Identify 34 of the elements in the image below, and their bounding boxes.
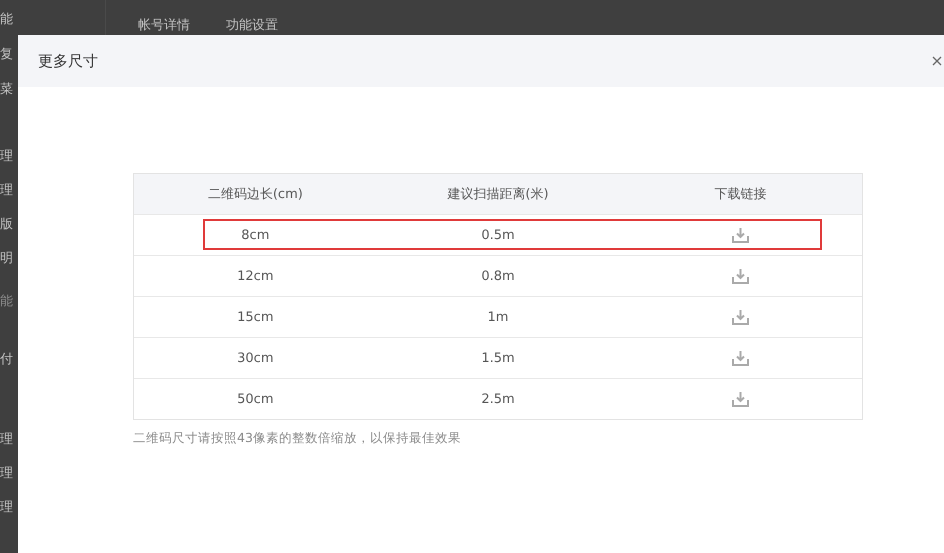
table-cell: 0.5m: [481, 228, 515, 242]
sidebar-item[interactable]: 能: [0, 11, 13, 29]
sidebar-item[interactable]: 付: [0, 351, 13, 369]
download-icon[interactable]: [732, 268, 750, 284]
sidebar-item[interactable]: 版: [0, 216, 13, 234]
column-header: 建议扫描距离(米): [447, 186, 549, 203]
download-icon[interactable]: [732, 227, 750, 243]
download-icon[interactable]: [732, 309, 750, 325]
sidebar-item[interactable]: 明: [0, 250, 13, 268]
table-cell: 2.5m: [481, 392, 515, 406]
close-icon[interactable]: [932, 56, 942, 66]
sidebar-item[interactable]: 理: [0, 499, 13, 517]
table-cell: 50cm: [237, 392, 274, 406]
sidebar-item[interactable]: 菜: [0, 81, 13, 99]
table-cell: 12cm: [237, 268, 274, 284]
download-icon[interactable]: [732, 391, 750, 407]
sidebar-item[interactable]: 理: [0, 148, 13, 166]
column-header: 下载链接: [714, 186, 767, 203]
download-icon[interactable]: [732, 350, 750, 366]
tab[interactable]: 功能设置: [226, 16, 278, 34]
table-cell: 1.5m: [481, 350, 515, 366]
table-cell: 1m: [488, 310, 508, 324]
table-cell: 8cm: [241, 228, 270, 242]
dialog-title: 更多尺寸: [38, 52, 98, 70]
table-cell: 0.8m: [481, 268, 515, 284]
sidebar-item[interactable]: 复: [0, 46, 13, 64]
table-cell: 30cm: [237, 350, 274, 366]
table-cell: 15cm: [237, 310, 274, 324]
sidebar-item[interactable]: 理: [0, 182, 13, 200]
note-text: 二维码尺寸请按照43像素的整数倍缩放，以保持最佳效果: [133, 430, 462, 447]
sidebar-item[interactable]: 理: [0, 465, 13, 483]
sidebar-item[interactable]: 理: [0, 431, 13, 449]
column-header: 二维码边长(cm): [208, 186, 303, 203]
tab[interactable]: 帐号详情: [138, 16, 190, 34]
